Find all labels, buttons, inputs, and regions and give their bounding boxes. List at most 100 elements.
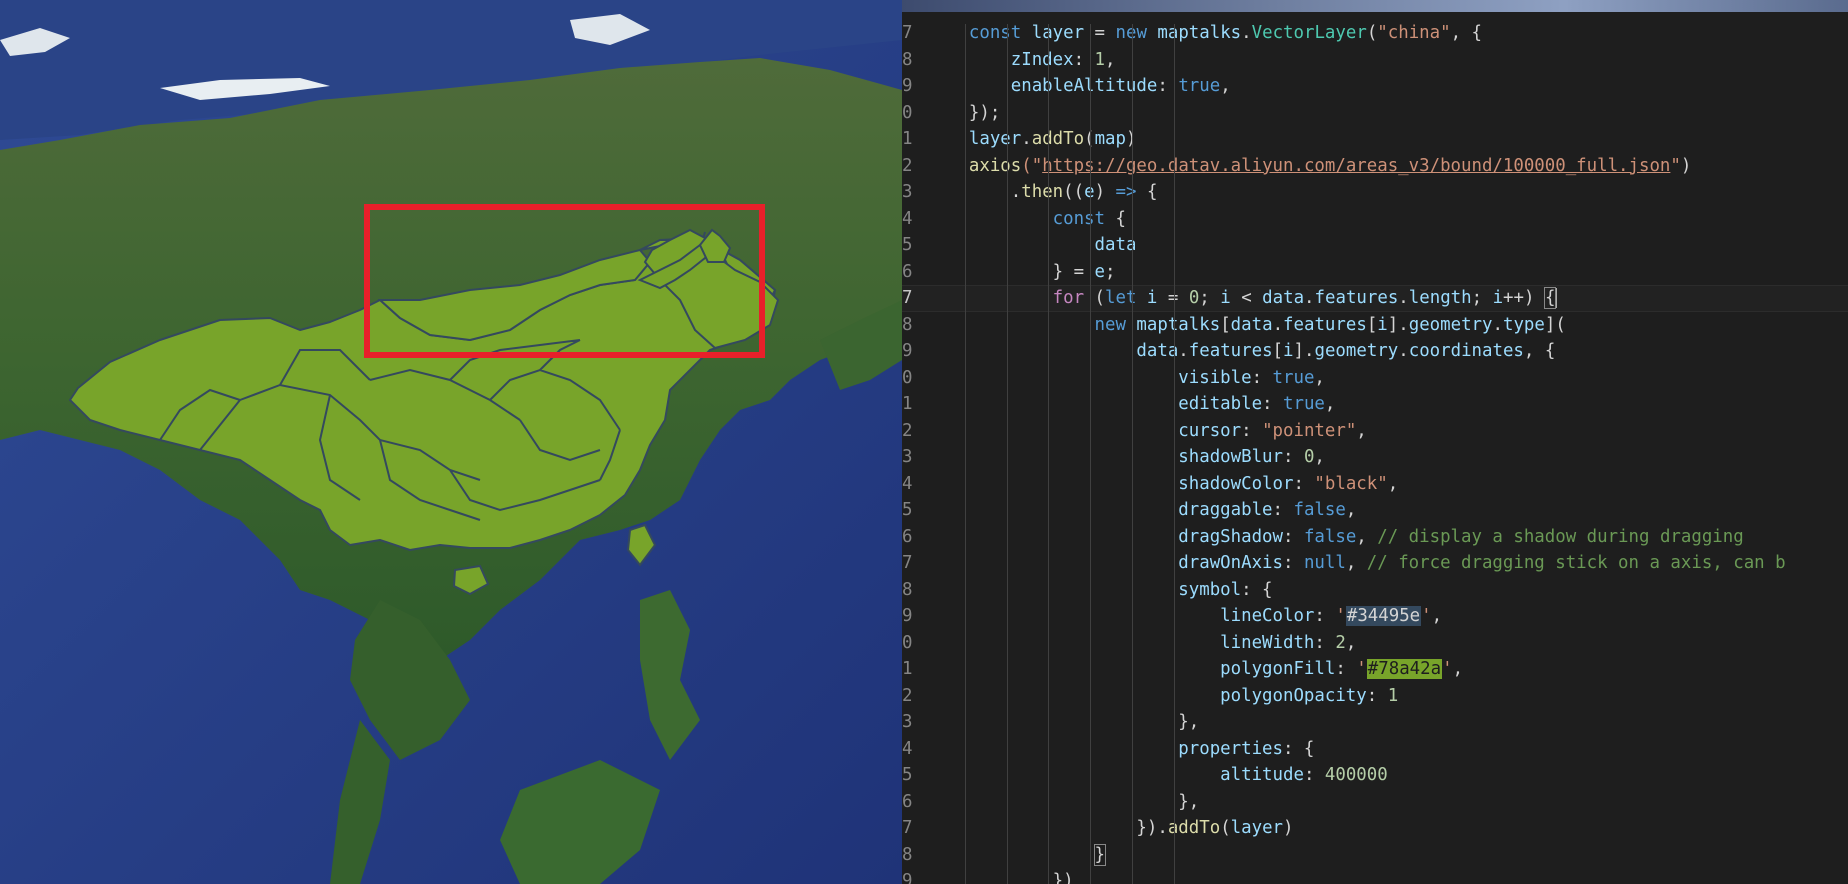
code-token: : [1073,49,1095,70]
code-line[interactable]: 9 lineColor: '#34495e', [902,603,1848,630]
code-line[interactable]: 4 properties: { [902,736,1848,763]
code-token: ; [1105,261,1116,282]
code-line[interactable]: 3 }, [902,709,1848,736]
map-view[interactable] [0,0,902,884]
code-token: features [1188,341,1273,361]
line-code: data.features[i].geometry.coordinates, { [927,338,1555,365]
code-line[interactable]: 4 shadowColor: "black", [902,471,1848,498]
line-code: layer.addTo(map) [927,126,1137,153]
code-line[interactable]: 2 axios("https://geo.datav.aliyun.com/ar… [902,153,1848,180]
code-token: layer [1021,23,1095,43]
code-token: addTo [1031,129,1085,149]
indent-guide [1090,24,1092,884]
line-code: }) [927,868,1074,884]
code-line[interactable]: 9 data.features[i].geometry.coordinates,… [902,338,1848,365]
code-token: draggable [1178,500,1273,520]
code-line[interactable]: 0 lineWidth: 2, [902,630,1848,657]
code-line[interactable]: 9 enableAltitude: true, [902,73,1848,100]
code-token: : [1262,394,1283,414]
code-token: then [1021,182,1064,202]
code-line[interactable]: 8 symbol: { [902,577,1848,604]
code-token: axios [968,155,1022,176]
code-line[interactable]: 1 polygonFill: '#78a42a', [902,656,1848,683]
code-line[interactable]: 7 const layer = new maptalks.VectorLayer… [902,20,1848,47]
code-line[interactable]: 2 polygonOpacity: 1 [902,683,1848,710]
code-token: = [1094,23,1116,43]
line-number: 8 [902,49,912,70]
code-line[interactable]: 6 } = e; [902,259,1848,286]
code-line[interactable]: 0 }); [902,100,1848,127]
code-line[interactable]: 7 for (let i = 0; i < data.features.leng… [902,285,1848,312]
line-number: 7 [902,23,912,43]
code-token: . [1241,23,1252,43]
code-token: i [1220,288,1231,308]
code-token: }) [1052,871,1074,884]
code-token: (( [1063,182,1085,202]
code-line[interactable]: 5 altitude: 400000 [902,762,1848,789]
line-number: 4 [902,208,912,229]
code-line[interactable]: 6 }, [902,789,1848,816]
code-token: . [1398,341,1409,361]
code-link[interactable]: https://geo.datav.aliyun.com/areas_v3/bo… [1042,156,1670,176]
code-token: type [1502,314,1545,335]
code-token: new [1094,314,1137,335]
satellite-map[interactable] [0,0,902,884]
code-token: = [1167,288,1189,308]
code-token: , [1345,632,1357,653]
code-token: ) [1283,818,1294,838]
code-token: layer [1230,818,1284,838]
code-line[interactable]: 5 draggable: false, [902,497,1848,524]
code-line[interactable]: 0 visible: true, [902,365,1848,392]
code-token: , [1387,473,1399,494]
line-code: cursor: "pointer", [927,418,1367,445]
code-line[interactable]: 6 dragShadow: false, // display a shadow… [902,524,1848,551]
code-line[interactable]: 8 zIndex: 1, [902,47,1848,74]
code-line[interactable]: 9 }) [902,868,1848,884]
code-token: , [1314,367,1325,388]
line-code: drawOnAxis: null, // force dragging stic… [927,550,1785,577]
code-token: ' [1442,659,1453,679]
line-number: 1 [902,659,912,679]
code-token: shadowBlur [1178,447,1283,467]
code-line[interactable]: 1 layer.addTo(map) [902,126,1848,153]
code-token: , [1431,606,1443,626]
line-number: 7 [902,553,912,573]
code-token: const [968,23,1022,43]
code-line[interactable]: 3 shadowBlur: 0, [902,444,1848,471]
code-line[interactable]: 5 data [902,232,1848,259]
code-token: symbol [1178,579,1242,600]
code-editor[interactable]: 7 const layer = new maptalks.VectorLayer… [902,0,1848,884]
text-cursor [1555,288,1558,308]
code-line[interactable]: 8 new maptalks[data.features[i].geometry… [902,312,1848,339]
code-line[interactable]: 8 } [902,842,1848,869]
code-token: true [1283,394,1325,414]
code-line[interactable]: 2 cursor: "pointer", [902,418,1848,445]
code-token: coordinates [1408,341,1524,361]
code-token: : [1335,659,1357,679]
code-token: e [1094,261,1106,282]
code-token: "black" [1314,473,1388,494]
code-token: layer [968,129,1022,149]
code-line[interactable]: 7 drawOnAxis: null, // force dragging st… [902,550,1848,577]
code-area[interactable]: 7 const layer = new maptalks.VectorLayer… [902,12,1848,884]
code-token: , [1356,420,1367,441]
code-token: { [1105,208,1126,229]
line-number: 5 [902,500,912,520]
code-line[interactable]: 7 }).addTo(layer) [902,815,1848,842]
line-code: symbol: { [927,577,1272,604]
code-line[interactable]: 3 .then((e) => { [902,179,1848,206]
code-token: 0 [1188,288,1200,308]
code-line[interactable]: 4 const { [902,206,1848,233]
line-code: altitude: 400000 [927,762,1388,789]
code-line[interactable]: 1 editable: true, [902,391,1848,418]
line-number: 9 [902,606,912,626]
code-token: : [1282,553,1304,573]
